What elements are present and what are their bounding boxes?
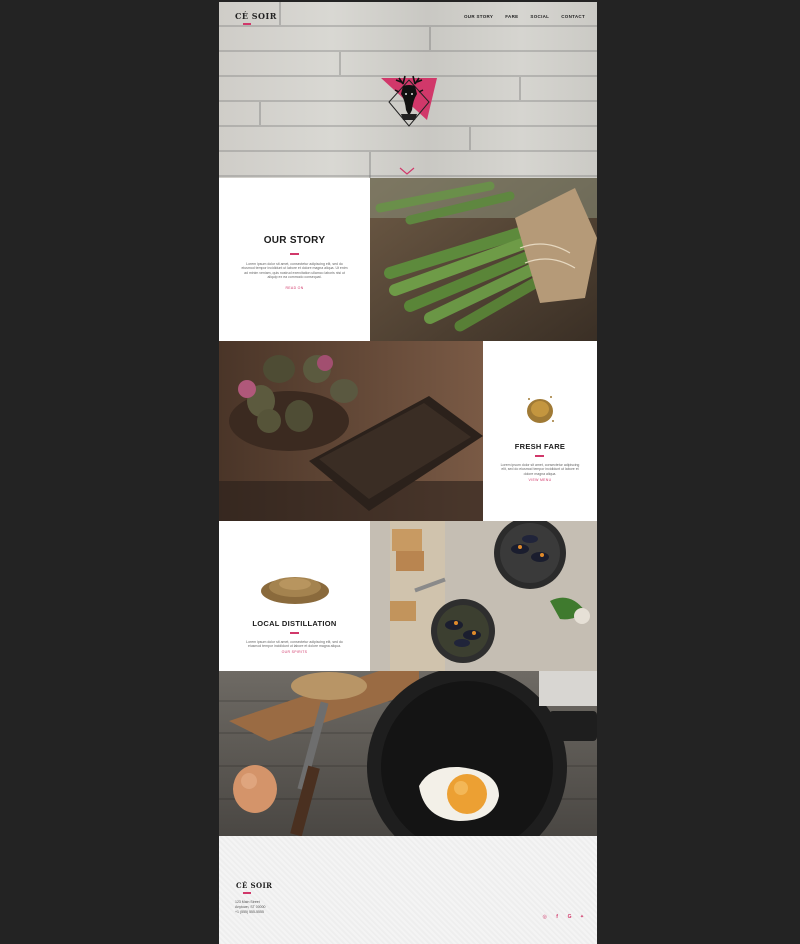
mussels-photo [370, 521, 597, 671]
our-story-section: OUR STORY Lorem ipsum dolor sit amet, co… [219, 178, 370, 341]
nav-item-our-story[interactable]: OUR STORY [464, 14, 493, 19]
our-story-title: OUR STORY [263, 235, 326, 246]
fresh-fare-body: Lorem ipsum dolor sit amet, consectetur … [500, 463, 580, 476]
site-logo[interactable]: CÉ SOIR [235, 11, 277, 21]
local-distillation-accent-bar [290, 632, 299, 634]
local-distillation-read-more-link[interactable]: OUR SPIRITS [219, 650, 370, 654]
local-distillation-section: LOCAL DISTILLATION Lorem ipsum dolor sit… [219, 521, 370, 671]
footer-logo-accent-bar [243, 892, 251, 894]
scroll-down-chevron-icon[interactable] [399, 166, 415, 176]
footer-logo[interactable]: CÉ SOIR [236, 881, 272, 890]
nav-item-social[interactable]: SOCIAL [530, 14, 549, 19]
fresh-fare-accent-bar [535, 455, 544, 457]
our-story-read-more-link[interactable]: READ ON [219, 286, 370, 290]
hero-banner: CÉ SOIR OUR STORY FARE SOCIAL CONTACT [219, 2, 597, 178]
deer-emblem-icon [381, 75, 437, 127]
instagram-icon[interactable]: ◎ [542, 914, 548, 920]
fresh-fare-title: FRESH FARE [514, 442, 566, 451]
spice-pile-icon [527, 396, 554, 423]
fried-egg-skillet-photo [219, 671, 597, 836]
footer-address: 123 Main Street Anytown, ST 00000 +1 (55… [235, 900, 265, 915]
nav-item-fare[interactable]: FARE [505, 14, 518, 19]
asparagus-photo [370, 178, 597, 341]
our-story-accent-bar [290, 253, 299, 255]
fresh-fare-read-more-link[interactable]: VIEW MENU [483, 478, 597, 482]
site-footer: CÉ SOIR 123 Main Street Anytown, ST 0000… [219, 836, 597, 944]
tea-flowers-photo [219, 341, 483, 521]
twitter-icon[interactable]: ✦ [579, 914, 585, 920]
grain-pile-icon [261, 577, 329, 604]
fresh-fare-section: FRESH FARE Lorem ipsum dolor sit amet, c… [483, 341, 597, 521]
our-story-body: Lorem ipsum dolor sit amet, consectetur … [241, 262, 348, 279]
nav-item-contact[interactable]: CONTACT [561, 14, 585, 19]
main-nav: OUR STORY FARE SOCIAL CONTACT [464, 14, 585, 19]
local-distillation-title: LOCAL DISTILLATION [252, 619, 337, 628]
local-distillation-body: Lorem ipsum dolor sit amet, consectetur … [246, 640, 343, 649]
footer-social-links: ◎ f G ✦ [540, 905, 585, 923]
google-plus-icon[interactable]: G [567, 914, 573, 920]
logo-accent-bar [243, 23, 251, 25]
footer-phone: +1 (555) 555-5555 [235, 910, 264, 914]
facebook-icon[interactable]: f [554, 914, 560, 920]
page: CÉ SOIR OUR STORY FARE SOCIAL CONTACT OU… [219, 2, 597, 944]
